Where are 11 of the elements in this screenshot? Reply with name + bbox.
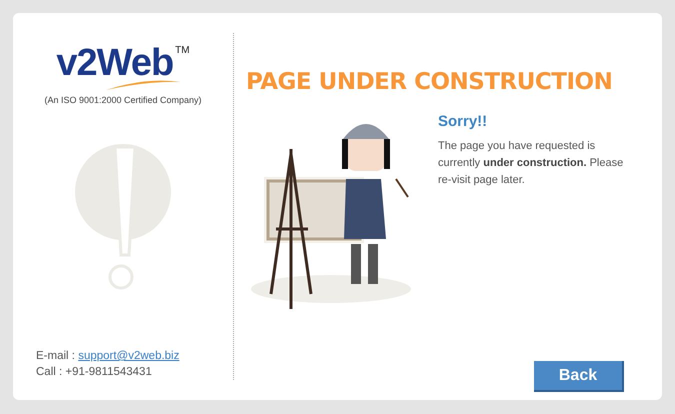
logo-wordmark: v2Web [56, 43, 174, 83]
trademark-sign: TM [175, 45, 190, 56]
message-text: The page you have requested is currently under construction. Please re-visit page later. [438, 139, 624, 188]
phone-text: Call : +91-9811543431 [36, 365, 153, 380]
back-button[interactable]: Back [534, 361, 624, 392]
email-link[interactable]: support@v2web.biz [78, 350, 180, 362]
message-title: Sorry!! [438, 113, 488, 130]
swoosh-icon [106, 79, 180, 91]
email-label: E-mail : support@v2web.biz [36, 349, 180, 364]
page-headline: PAGE UNDER CONSTRUCTION [246, 69, 614, 95]
logo-tagline: (An ISO 9001:2000 Certified Company) [44, 95, 202, 105]
